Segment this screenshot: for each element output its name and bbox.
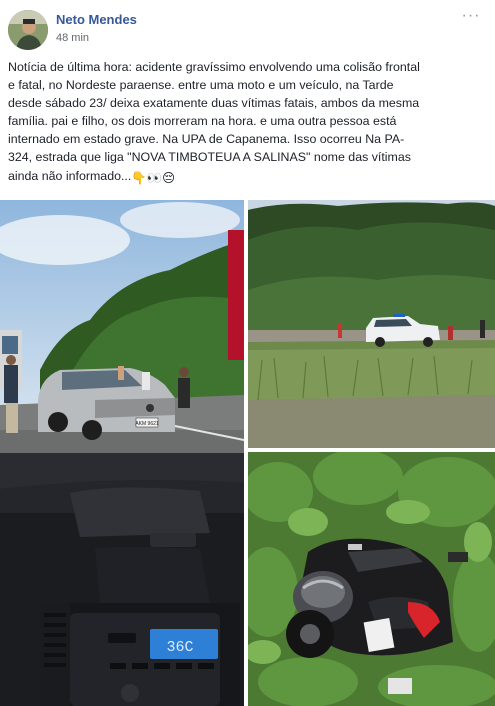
post-text-line: Notícia de última hora: acidente gravíss…	[8, 60, 420, 74]
ellipsis-icon: ···	[461, 7, 481, 24]
post-text-line: ainda não informado...👇👀😔	[8, 167, 488, 187]
author-name[interactable]: Neto Mendes	[56, 12, 137, 27]
post-timestamp[interactable]: 48 min	[56, 32, 89, 44]
post-text-line: 324, estrada que liga "NOVA TIMBOTEUA A …	[8, 150, 411, 165]
photo-wrecked-motorcycle[interactable]	[248, 452, 495, 706]
license-plate-text: AKM 9621	[135, 421, 159, 427]
post-text-line: família. pai e filho, os dois morreram n…	[8, 114, 397, 129]
post-text-line: e fatal, no Nordeste paraense. entre uma…	[8, 78, 394, 93]
post-text: Notícia de última hora: acidente gravíss…	[8, 58, 488, 187]
motorcycle-plate	[363, 617, 395, 653]
post-text-line: desde sábado 23/ deixa exatamente duas v…	[8, 96, 420, 111]
police-vehicle-image	[248, 200, 495, 448]
avatar[interactable]	[8, 10, 48, 50]
emoji-group: 👇👀😔	[131, 170, 176, 185]
more-options-button[interactable]: ···	[461, 7, 481, 24]
post-header: Neto Mendes 48 min ···	[8, 8, 487, 52]
wrecked-motorcycle-image	[248, 452, 495, 706]
post-text-line: internado em estado grave. Na UPA de Cap…	[8, 132, 405, 147]
dashboard-display-text: 36C	[166, 639, 193, 656]
avatar-photo	[8, 10, 48, 50]
post-text-line-end: ainda não informado...	[8, 168, 132, 183]
photo-dashboard[interactable]: 36C	[0, 453, 244, 706]
photo-police-vehicle[interactable]	[248, 200, 495, 448]
photo-crashed-car[interactable]: AKM 9621	[0, 200, 244, 453]
crashed-car-image: AKM 9621	[0, 200, 244, 453]
dashboard-image: 36C	[0, 453, 244, 706]
